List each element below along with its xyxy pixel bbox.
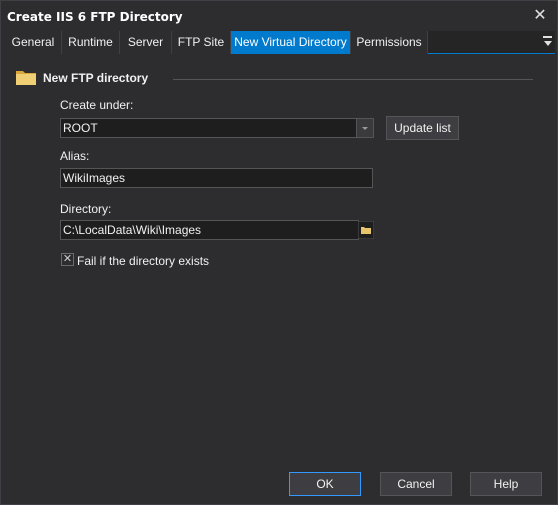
fail-if-exists-label: Fail if the directory exists — [77, 254, 210, 268]
help-button[interactable]: Help — [470, 472, 542, 496]
create-under-select[interactable]: ROOT — [60, 118, 358, 138]
tab-overflow-menu-icon[interactable] — [543, 36, 553, 48]
tab-bar: General Runtime Server FTP Site New Virt… — [5, 31, 555, 54]
tab-server[interactable]: Server — [120, 31, 172, 54]
browse-folder-icon[interactable] — [358, 221, 374, 239]
fail-if-exists-checkbox[interactable]: ✕ — [61, 253, 74, 266]
dialog-window: Create IIS 6 FTP Directory ✕ General Run… — [0, 0, 558, 505]
tab-permissions[interactable]: Permissions — [351, 31, 428, 54]
cancel-button[interactable]: Cancel — [380, 472, 452, 496]
alias-input[interactable]: WikiImages — [60, 168, 373, 188]
group-divider — [173, 79, 533, 80]
group-title: New FTP directory — [43, 71, 149, 85]
tab-runtime[interactable]: Runtime — [62, 31, 120, 54]
alias-label: Alias: — [60, 149, 90, 163]
directory-input[interactable]: C:\LocalData\Wiki\Images — [60, 220, 359, 240]
tab-general[interactable]: General — [5, 31, 62, 54]
directory-label: Directory: — [60, 202, 112, 216]
update-list-button[interactable]: Update list — [386, 116, 459, 140]
title-bar: Create IIS 6 FTP Directory ✕ — [1, 1, 557, 31]
create-under-label: Create under: — [60, 98, 134, 112]
ok-button[interactable]: OK — [289, 472, 361, 496]
tab-new-virtual-directory[interactable]: New Virtual Directory — [231, 31, 351, 54]
dropdown-arrow-icon[interactable] — [356, 118, 374, 138]
folder-icon — [16, 71, 36, 85]
window-title: Create IIS 6 FTP Directory — [7, 10, 183, 24]
close-icon[interactable]: ✕ — [529, 6, 551, 26]
tab-ftp-site[interactable]: FTP Site — [172, 31, 231, 54]
